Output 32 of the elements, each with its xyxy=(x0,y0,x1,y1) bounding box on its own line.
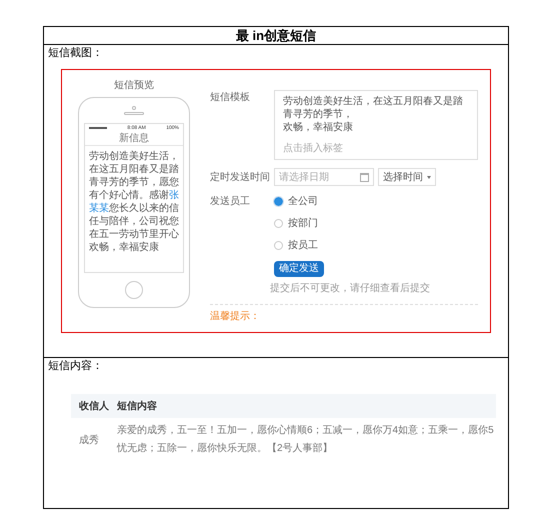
speaker-icon xyxy=(124,112,144,115)
template-line: 欢畅，幸福安康 xyxy=(283,121,354,134)
caret-icon xyxy=(427,176,431,178)
submit-button[interactable]: 确定发送 xyxy=(274,261,324,277)
table-cell-text: 成秀 xyxy=(78,434,100,448)
radio-label: 按员工 xyxy=(288,238,318,253)
screen-title: 新信息 xyxy=(85,132,183,146)
radio-button[interactable] xyxy=(274,197,283,206)
tip-label: 温馨提示： xyxy=(210,311,260,322)
document-title: 最 in创意短信 xyxy=(44,27,508,45)
date-placeholder: 请选择日期 xyxy=(279,170,329,184)
radio-label: 按部门 xyxy=(288,216,318,231)
radio-button[interactable] xyxy=(274,241,283,250)
camera-icon xyxy=(132,106,136,110)
radio-button[interactable] xyxy=(274,219,283,228)
column-header: 收信人 xyxy=(78,400,110,414)
staff-label: 发送员工 xyxy=(210,195,251,209)
column-header: 短信内容 xyxy=(117,399,158,414)
table-cell-text: 亲爱的成秀，五一至！五加一，愿你心情顺6；五减一，愿你万4如意；五乘一，愿你5忧无虑；五除一，愿你快乐无限。【2号人事部】 xyxy=(117,424,495,456)
submit-note: 提交后不可更改，请仔细查看后提交 xyxy=(270,282,431,296)
radio-label: 全公司 xyxy=(288,195,318,209)
section-label: 短信内容： xyxy=(48,358,104,374)
time-label: 定时发送时间 xyxy=(210,170,271,184)
preview-title: 短信预览 xyxy=(114,79,154,93)
time-select[interactable]: 选择时间 xyxy=(378,168,436,186)
template-line: 劳动创造美好生活，在这五月阳春又是踏青寻芳的季节， xyxy=(283,95,464,121)
section-label: 短信截图： xyxy=(48,46,104,61)
calendar-icon xyxy=(360,172,369,182)
template-field[interactable]: 劳动创造美好生活，在这五月阳春又是踏青寻芳的季节， 欢畅，幸福安康 点击插入标签 xyxy=(274,90,478,160)
message-text: 劳动创造美好生活，在这五月阳春又是踏青寻芳的季节，愿您有个好心情。感谢张某某您长久以来的信任与陪伴，公司祝您在五一劳动节里开心欢畅，幸福安康 xyxy=(88,150,180,254)
template-hint: 点击插入标签 xyxy=(283,142,344,155)
template-label: 短信模板 xyxy=(210,90,251,105)
